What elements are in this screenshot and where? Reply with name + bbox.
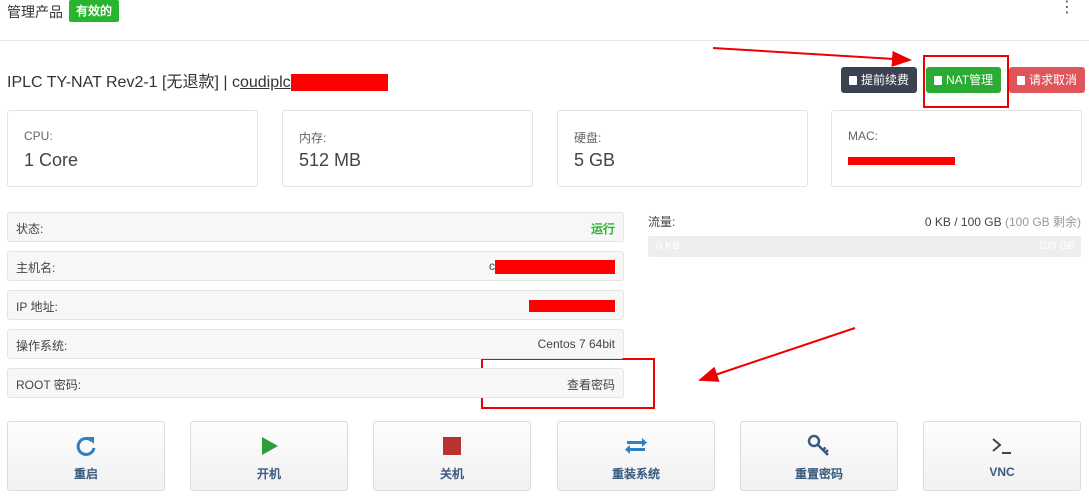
traffic-progress-bar: 0 KB 100 GB — [648, 236, 1081, 257]
spec-card-mac: MAC: — [831, 110, 1082, 187]
terminal-icon — [992, 438, 1011, 454]
detail-row-os: 操作系统: Centos 7 64bit — [7, 329, 624, 359]
request-cancel-button[interactable]: 请求取消 — [1009, 67, 1086, 93]
status-badge: 有效的 — [69, 0, 120, 22]
key-icon — [807, 434, 829, 456]
refresh-icon — [76, 436, 96, 456]
status-running: 运行 — [590, 222, 615, 236]
reinstall-button[interactable]: 重装系统 — [557, 421, 715, 491]
page-title: 管理产品 — [7, 4, 63, 20]
spec-card-disk: 硬盘: 5 GB — [557, 110, 808, 187]
traffic-usage: 0 KB / 100 GB (100 GB 剩余) — [924, 215, 1081, 229]
power-off-button[interactable]: 关机 — [373, 421, 531, 491]
redacted-mac — [848, 157, 955, 165]
redacted-hostname — [290, 74, 388, 92]
vnc-button[interactable]: VNC — [923, 421, 1081, 491]
view-password-link[interactable]: 查看密码 — [567, 376, 615, 393]
spec-card-memory: 内存: 512 MB — [282, 110, 533, 187]
redacted-hostname-value — [495, 259, 615, 274]
renew-button[interactable]: 提前续费 — [841, 67, 918, 93]
detail-row-status: 状态: 运行 — [7, 212, 624, 242]
annotation-box-nat — [923, 55, 1009, 108]
header-bar: 管理产品 有效的 ⋮ — [0, 0, 1089, 41]
spec-card-cpu: CPU: 1 Core — [7, 110, 258, 187]
redacted-ip — [529, 299, 615, 312]
play-icon — [262, 437, 278, 455]
power-on-button[interactable]: 开机 — [190, 421, 348, 491]
detail-row-ip: IP 地址: — [7, 290, 624, 320]
more-options-icon[interactable]: ⋮ — [1059, 0, 1075, 16]
product-name: IPLC TY-NAT Rev2-1 [无退款] | c — [7, 74, 240, 91]
arrow-to-password — [698, 327, 856, 382]
reset-password-button[interactable]: 重置密码 — [740, 421, 898, 491]
stop-icon — [443, 437, 461, 455]
detail-row-root-password: ROOT 密码: 查看密码 — [7, 368, 624, 398]
product-title: IPLC TY-NAT Rev2-1 [无退款] | coudiplc — [7, 68, 388, 92]
document-icon — [849, 76, 857, 85]
reinstall-icon — [625, 438, 647, 454]
hostname-partial: oudiplc — [239, 74, 291, 91]
trash-icon — [1017, 76, 1025, 85]
arrow-to-nat — [712, 47, 912, 67]
traffic-label: 流量: — [648, 215, 676, 229]
reboot-button[interactable]: 重启 — [7, 421, 165, 491]
detail-row-hostname: 主机名: c — [7, 251, 624, 281]
